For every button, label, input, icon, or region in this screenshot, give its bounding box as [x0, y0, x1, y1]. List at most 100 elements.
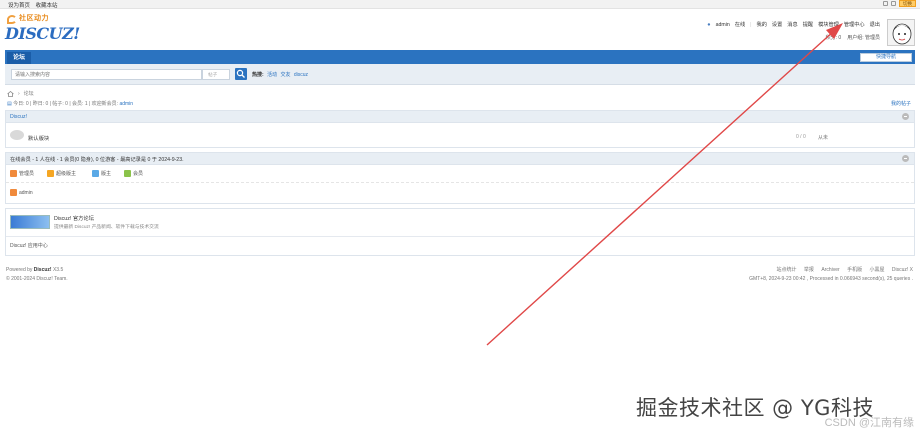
legend-label: 管理员 — [19, 171, 35, 177]
footer-link[interactable]: Archiver — [821, 267, 839, 273]
online-user[interactable]: admin — [10, 189, 33, 196]
friend-link-logo[interactable] — [10, 215, 50, 229]
powered-by-label: Powered by — [6, 267, 33, 273]
brand-link[interactable]: Discuz! — [34, 267, 52, 273]
wap-icon[interactable] — [883, 1, 888, 6]
new-member-link[interactable]: admin — [119, 101, 133, 107]
nav-module-admin[interactable]: 模块管理 — [818, 21, 839, 28]
nav-messages[interactable]: 消息 — [787, 21, 797, 28]
forum-name-link[interactable]: 默认版块 — [28, 134, 49, 142]
app-center-link[interactable]: Discuz! 应用中心 — [10, 242, 48, 249]
footer-info: GMT+8, 2024-9-23 00:42 , Processed in 0.… — [749, 276, 913, 282]
favorite-link[interactable]: 收藏本站 — [36, 3, 58, 9]
legend-item: 版主 — [92, 170, 111, 177]
collapse-icon[interactable] — [902, 155, 909, 162]
search-button[interactable] — [235, 68, 247, 80]
hot-search-label: 热搜: — [252, 72, 264, 78]
usergroup-link[interactable]: 用户组: 管理员 — [847, 34, 880, 41]
online-username[interactable]: admin — [19, 190, 33, 196]
powered-by: Powered by Discuz! X3.5 — [6, 266, 68, 275]
nav-notifications[interactable]: 提醒 — [803, 21, 813, 28]
copyright: © 2001-2024 Discuz! Team. — [6, 276, 68, 282]
online-members-panel: 在线会员 - 1 人在线 - 1 会员(0 隐身), 0 位游客 - 最高记录是… — [5, 152, 915, 204]
moderator-icon — [92, 170, 99, 177]
friend-link-title[interactable]: Discuz! 官方论坛 — [54, 214, 94, 222]
stats-text: 今日: 0 | 昨日: 0 | 帖子: 0 | 会员: 1 | 欢迎新会员: — [13, 101, 119, 107]
footer-link[interactable]: 手机版 — [847, 267, 862, 273]
forum-bubble-icon — [10, 130, 24, 140]
site-logo[interactable]: 社区动力 DISCUZ! — [5, 13, 80, 45]
forum-row[interactable]: 默认版块 0 / 0 从未 — [6, 123, 914, 148]
footer-links: 站点统计 举报 Archiver 手机版 小黑屋 Discuz! X — [749, 266, 913, 275]
hot-keyword[interactable]: 交友 — [280, 72, 290, 78]
search-input[interactable] — [11, 69, 202, 80]
search-bar: 帖子 热搜: 活动 交友 discuz — [5, 64, 915, 85]
admin-icon — [10, 170, 17, 177]
footer-link[interactable]: Discuz! X — [892, 267, 913, 273]
usergroup-legend: 管理员 超级版主 版主 会员 — [6, 165, 914, 183]
category-header: Discuz! — [6, 111, 914, 123]
quick-nav-button[interactable]: 快捷导航 — [860, 53, 912, 62]
legend-label: 会员 — [133, 171, 144, 177]
breadcrumb: › 论坛 — [7, 90, 34, 97]
super-mod-icon — [47, 170, 54, 177]
nav-admin-center[interactable]: 管理中心 — [844, 21, 865, 28]
nav-my[interactable]: 我的 — [757, 21, 767, 28]
logo-en-text: DISCUZ! — [5, 24, 80, 43]
legend-item: 超级版主 — [47, 170, 76, 177]
user-nav: ● admin 在线 | 我的 设置 消息 提醒 模块管理 管理中心 退出 — [707, 21, 880, 29]
forum-category-panel: Discuz! 默认版块 0 / 0 从未 — [5, 110, 915, 148]
top-links: 设为首页 收藏本站 — [8, 1, 62, 9]
forum-stats: ▤ 今日: 0 | 昨日: 0 | 帖子: 0 | 会员: 1 | 欢迎新会员:… — [7, 100, 133, 107]
logo-cn-text: 社区动力 — [19, 15, 49, 22]
footer-left: Powered by Discuz! X3.5 © 2001-2024 Disc… — [6, 266, 68, 284]
logo-swirl-icon — [7, 15, 17, 24]
csdn-watermark: CSDN @江南有缘 — [824, 417, 914, 429]
hot-keyword[interactable]: 活动 — [267, 72, 277, 78]
legend-item: 会员 — [124, 170, 143, 177]
home-icon[interactable] — [7, 90, 14, 97]
category-title[interactable]: Discuz! — [10, 114, 27, 120]
member-icon — [124, 170, 131, 177]
footer-link[interactable]: 举报 — [804, 267, 814, 273]
top-right-tools: 切换 — [883, 0, 916, 7]
legend-label: 版主 — [101, 171, 112, 177]
collapse-icon[interactable] — [902, 113, 909, 120]
breadcrumb-current[interactable]: 论坛 — [24, 90, 34, 97]
user-icon: ● — [707, 21, 711, 28]
points-link[interactable]: 积分: 0 — [826, 34, 842, 41]
search-type-select[interactable]: 帖子 — [202, 69, 230, 80]
search-icon — [236, 69, 245, 78]
legend-item: 管理员 — [10, 170, 34, 177]
main-navbar: 论坛 快捷导航 — [5, 50, 915, 64]
style-switch-button[interactable]: 切换 — [899, 0, 916, 7]
nav-logout[interactable]: 退出 — [870, 21, 880, 28]
rss-icon[interactable] — [891, 1, 896, 6]
nav-settings[interactable]: 设置 — [772, 21, 782, 28]
breadcrumb-sep: › — [18, 90, 20, 97]
friend-link-desc: 提供最新 Discuz! 产品新闻、软件下载与技术交流 — [54, 225, 159, 230]
forum-last-post: 从未 — [818, 135, 829, 141]
online-header: 在线会员 - 1 人在线 - 1 会员(0 隐身), 0 位游客 - 最高记录是… — [6, 153, 914, 165]
set-home-link[interactable]: 设为首页 — [8, 3, 30, 9]
tab-forum[interactable]: 论坛 — [7, 52, 32, 64]
online-title[interactable]: 在线会员 - 1 人在线 - 1 会员(0 隐身), 0 位游客 - 最高记录是… — [10, 156, 184, 163]
chart-icon: ▤ — [7, 101, 12, 107]
hot-search: 热搜: 活动 交友 discuz — [252, 71, 308, 78]
friend-links-panel: Discuz! 官方论坛 提供最新 Discuz! 产品新闻、软件下载与技术交流… — [5, 208, 915, 256]
admin-user-icon — [10, 189, 17, 196]
footer-link[interactable]: 小黑屋 — [869, 267, 884, 273]
user-nav-secondary: 积分: 0 用户组: 管理员 — [826, 34, 880, 41]
my-posts-link[interactable]: 我的帖子 — [891, 100, 911, 107]
hot-keyword[interactable]: discuz — [294, 72, 308, 78]
footer-right: 站点统计 举报 Archiver 手机版 小黑屋 Discuz! X GMT+8… — [749, 266, 913, 284]
footer-link[interactable]: 站点统计 — [777, 267, 797, 273]
forum-post-count: 0 / 0 — [796, 134, 806, 140]
separator: | — [750, 21, 752, 28]
top-utility-bar: 设为首页 收藏本站 切换 — [0, 0, 920, 9]
avatar[interactable] — [887, 19, 915, 46]
avatar-face-icon — [888, 20, 914, 45]
username-link[interactable]: admin — [716, 22, 730, 28]
online-status[interactable]: 在线 — [735, 21, 745, 28]
version-text: X3.5 — [52, 267, 64, 273]
